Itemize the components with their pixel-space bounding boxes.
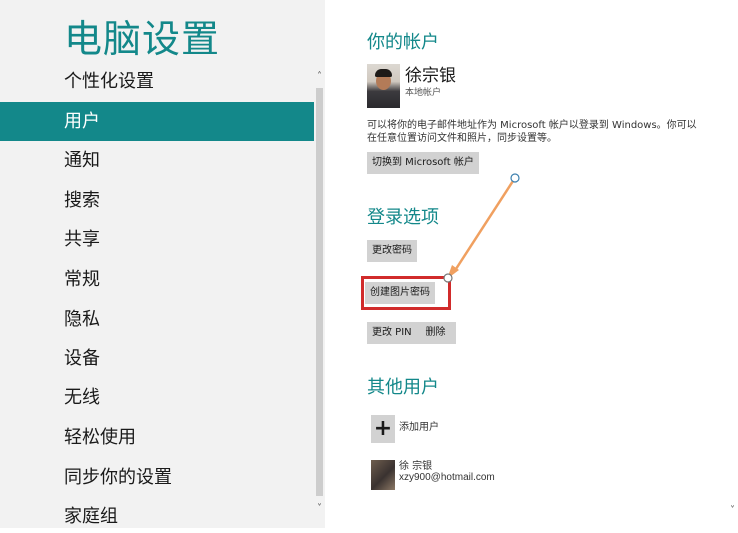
add-user-button[interactable]: 添加用户 (399, 418, 439, 433)
nav-item-general[interactable]: 常规 (0, 260, 314, 299)
picture-password-highlight-box (361, 276, 451, 310)
user-avatar (367, 64, 400, 108)
nav-item-homegroup[interactable]: 家庭组 (0, 497, 314, 528)
scroll-down-arrow-icon[interactable]: ˅ (314, 502, 325, 516)
nav-item-search[interactable]: 搜索 (0, 181, 314, 220)
switch-to-microsoft-account-button[interactable]: 切换到 Microsoft 帐户 (367, 152, 479, 174)
scroll-up-arrow-icon[interactable]: ˄ (314, 70, 325, 84)
nav-item-sync-settings[interactable]: 同步你的设置 (0, 458, 314, 497)
add-user-icon[interactable]: + (371, 415, 395, 443)
content-scrollbar[interactable]: ˅ (730, 0, 738, 528)
bottom-strip (0, 528, 738, 533)
settings-nav-pane: 电脑设置 个性化设置 用户 通知 搜索 共享 常规 隐私 设备 无线 轻松使用 … (0, 0, 325, 528)
content-scroll-down-arrow-icon[interactable]: ˅ (730, 505, 735, 516)
nav-item-users[interactable]: 用户 (0, 102, 314, 141)
other-users-heading: 其他用户 (367, 377, 439, 398)
nav-item-privacy[interactable]: 隐私 (0, 300, 314, 339)
account-type-label: 本地帐户 (405, 88, 442, 98)
user-name: 徐宗银 (405, 66, 456, 86)
nav-item-devices[interactable]: 设备 (0, 339, 314, 378)
nav-item-personalize[interactable]: 个性化设置 (0, 62, 314, 101)
other-user-email: xzy900@hotmail.com (399, 472, 495, 483)
change-pin-button[interactable]: 更改 PIN (367, 322, 417, 344)
your-account-heading: 你的帐户 (367, 32, 439, 53)
nav-item-ease-of-access[interactable]: 轻松使用 (0, 418, 314, 457)
nav-item-wireless[interactable]: 无线 (0, 378, 314, 417)
signin-options-heading: 登录选项 (367, 207, 439, 228)
delete-pin-button[interactable]: 删除 (415, 322, 456, 344)
nav-item-share[interactable]: 共享 (0, 220, 314, 259)
other-user-avatar[interactable] (371, 460, 395, 490)
users-settings-pane: 你的帐户 徐宗银 本地帐户 可以将你的电子邮件地址作为 Microsoft 帐户… (325, 0, 738, 528)
page-title: 电脑设置 (64, 17, 221, 61)
account-description: 可以将你的电子邮件地址作为 Microsoft 帐户以登录到 Windows。你… (367, 120, 697, 144)
other-user-name[interactable]: 徐 宗银 (399, 457, 432, 472)
change-password-button[interactable]: 更改密码 (367, 240, 417, 262)
scroll-thumb[interactable] (316, 88, 323, 496)
nav-item-notifications[interactable]: 通知 (0, 141, 314, 180)
nav-scrollbar[interactable]: ˄ ˅ (314, 70, 325, 522)
